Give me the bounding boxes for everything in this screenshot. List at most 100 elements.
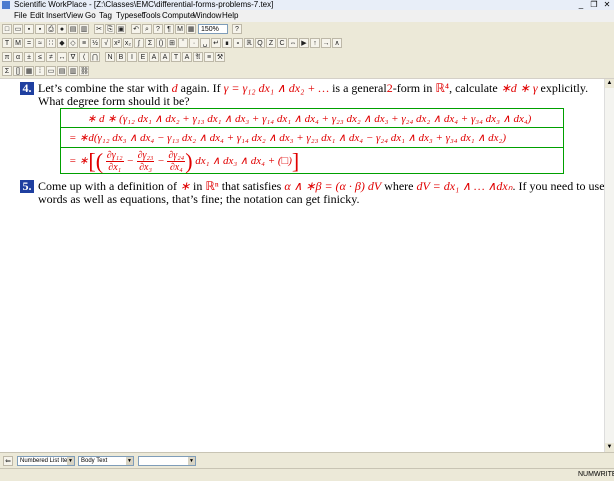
math-row-3[interactable]: = ∗[( ∂γ₁₂ ∂x₁ − ∂γ₂₃ ∂x₃ − ∂γ₂₄ ∂x₄) dx₁ ∧…	[69, 149, 299, 173]
help-icon[interactable]: ?	[232, 24, 242, 34]
find-icon[interactable]: ⌕	[142, 24, 152, 34]
evaluate-icon[interactable]: ≈	[35, 38, 45, 48]
paste-icon[interactable]: ▣	[116, 24, 126, 34]
space-icon[interactable]: ␣	[200, 38, 210, 48]
z-icon[interactable]: Z	[266, 38, 276, 48]
q-icon[interactable]: Q	[255, 38, 265, 48]
link-icon[interactable]: ⛓	[79, 66, 89, 76]
print-icon[interactable]: ⎙	[46, 24, 56, 34]
binary-icon[interactable]: ±	[24, 52, 34, 62]
third-style-select[interactable]: ▼	[138, 456, 196, 466]
integral-icon[interactable]: ∫	[134, 38, 144, 48]
menu-file[interactable]: File	[14, 10, 27, 22]
greek-icon[interactable]: α	[13, 52, 23, 62]
new-file-icon[interactable]: □	[2, 24, 12, 34]
brackets-icon[interactable]: ()	[156, 38, 166, 48]
preview-icon[interactable]: ●	[57, 24, 67, 34]
unit-icon[interactable]: ∎	[222, 38, 232, 48]
plot-icon[interactable]: ◆	[57, 38, 67, 48]
fraction-icon[interactable]: ½	[90, 38, 100, 48]
subscript-icon[interactable]: x₂	[123, 38, 133, 48]
typewriter-icon[interactable]: T	[171, 52, 181, 62]
table-icon[interactable]: ▦	[24, 66, 34, 76]
scroll-down-icon[interactable]: ▼	[605, 443, 614, 452]
matrix-icon[interactable]: ⊞	[167, 38, 177, 48]
menu-edit[interactable]: Edit	[30, 10, 44, 22]
close-icon[interactable]: ✕	[602, 0, 612, 9]
restore-icon[interactable]: ❐	[589, 0, 599, 9]
delim-icon[interactable]: ⟨	[79, 52, 89, 62]
superscript-icon[interactable]: x²	[112, 38, 122, 48]
label-icon[interactable]: ·	[189, 38, 199, 48]
up-arrow-icon[interactable]: ↑	[310, 38, 320, 48]
list-style-select[interactable]: Numbered List Item ▼	[17, 456, 75, 466]
menu-help[interactable]: Help	[222, 10, 238, 22]
normal-icon[interactable]: N	[105, 52, 115, 62]
smallcaps-icon[interactable]: A	[182, 52, 192, 62]
document-area[interactable]: 4. Let’s combine the star with d again. …	[0, 79, 604, 452]
section-icon[interactable]: Σ	[2, 66, 12, 76]
menu-insert[interactable]: Insert	[46, 10, 66, 22]
math-display-box[interactable]: ∗ d ∗ (γ₁₂ dx₁ ∧ dx₂ + γ₁₃ dx₁ ∧ dx₃ + γ…	[60, 108, 564, 174]
pdf-icon[interactable]: ▥	[79, 24, 89, 34]
scroll-up-icon[interactable]: ▲	[605, 79, 614, 88]
zoom-select[interactable]: 150%	[198, 24, 228, 34]
minimize-icon[interactable]: _	[576, 0, 586, 9]
graph-tag-icon[interactable]: ⚒	[215, 52, 225, 62]
image-icon[interactable]: ▤	[57, 66, 67, 76]
misc-icon[interactable]: ∇	[68, 52, 78, 62]
arrows-icon[interactable]: ↔	[57, 52, 67, 62]
text-style-select[interactable]: Body Text ▼	[78, 456, 134, 466]
field-icon[interactable]: ▭	[46, 66, 56, 76]
expr-icon[interactable]: []	[13, 66, 23, 76]
menu-window[interactable]: Window	[193, 10, 221, 22]
relation-icon[interactable]: ≤	[35, 52, 45, 62]
sum-icon[interactable]: Σ	[145, 38, 155, 48]
typeset-icon[interactable]: ▤	[68, 24, 78, 34]
graphics-icon[interactable]: ▦	[186, 24, 196, 34]
pi-icon[interactable]: π	[2, 52, 12, 62]
save-all-icon[interactable]: ▪	[35, 24, 45, 34]
iff-icon[interactable]: ⇔	[288, 38, 298, 48]
menu-view[interactable]: View	[66, 10, 83, 22]
c-icon[interactable]: C	[277, 38, 287, 48]
italic-icon[interactable]: I	[127, 52, 137, 62]
sans-icon[interactable]: A	[160, 52, 170, 62]
negated-icon[interactable]: ≠	[46, 52, 56, 62]
right-arrow-icon[interactable]: ▶	[299, 38, 309, 48]
menu-typeset[interactable]: Typeset	[116, 10, 144, 22]
bold-icon[interactable]: B	[116, 52, 126, 62]
frak-icon[interactable]: 𝔄	[193, 52, 203, 62]
emphasis-icon[interactable]: E	[138, 52, 148, 62]
compute-icon[interactable]: =	[24, 38, 34, 48]
binomial-icon[interactable]: ℝ	[244, 38, 254, 48]
menu-compute[interactable]: Compute	[162, 10, 194, 22]
undo-icon[interactable]: ↶	[131, 24, 141, 34]
math-row-1[interactable]: ∗ d ∗ (γ₁₂ dx₁ ∧ dx₂ + γ₁₃ dx₁ ∧ dx₃ + γ…	[87, 112, 531, 125]
define-icon[interactable]: ≡	[79, 38, 89, 48]
calligraphic-icon[interactable]: A	[149, 52, 159, 62]
cut-icon[interactable]: ✂	[94, 24, 104, 34]
spell-icon[interactable]: ?	[153, 24, 163, 34]
decoration-icon[interactable]: ˆ	[178, 38, 188, 48]
tag-icon[interactable]: ≡	[204, 52, 214, 62]
menu-tools[interactable]: Tools	[142, 10, 161, 22]
numeric-icon[interactable]: ∷	[46, 38, 56, 48]
wedge-icon[interactable]: ∧	[332, 38, 342, 48]
math-row-2[interactable]: = ∗d(γ₁₂ dx₃ ∧ dx₄ − γ₁₃ dx₂ ∧ dx₄ + γ₁₄…	[69, 131, 506, 144]
bigop-icon[interactable]: ⋂	[90, 52, 100, 62]
copy-icon[interactable]: ⎘	[105, 24, 115, 34]
back-arrow-icon[interactable]: ⇐	[3, 456, 13, 466]
vertical-scrollbar[interactable]: ▲ ▼	[604, 79, 614, 452]
operator-icon[interactable]: ∘	[233, 38, 243, 48]
vectors-icon[interactable]: ⁞	[35, 66, 45, 76]
radical-icon[interactable]: √	[101, 38, 111, 48]
note-icon[interactable]: ▥	[68, 66, 78, 76]
arrow-icon[interactable]: →	[321, 38, 331, 48]
plot3d-icon[interactable]: ◇	[68, 38, 78, 48]
text-mode-icon[interactable]: T	[2, 38, 12, 48]
save-icon[interactable]: ▪	[24, 24, 34, 34]
marker-icon[interactable]: M	[175, 24, 185, 34]
open-file-icon[interactable]: ▭	[13, 24, 23, 34]
menu-go[interactable]: Go	[85, 10, 96, 22]
